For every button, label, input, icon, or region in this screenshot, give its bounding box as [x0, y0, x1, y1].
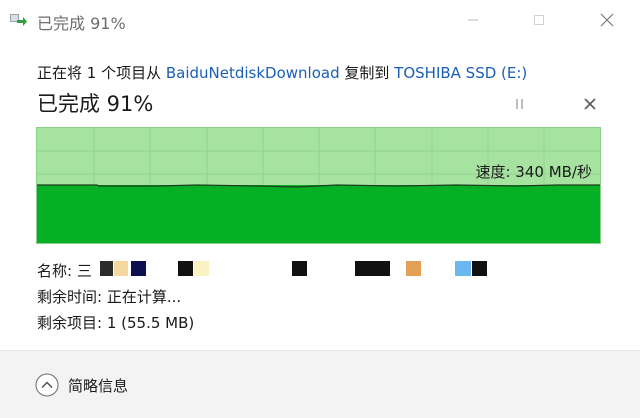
cancel-copy-button[interactable] — [580, 94, 600, 114]
title-bar[interactable]: 已完成 91% — [0, 0, 640, 40]
file-copy-dialog: 已完成 91% 正在将 1 个项目从 BaiduNetdiskDownload … — [0, 0, 640, 418]
time-remaining-label: 剩余时间: 正在计算... — [37, 288, 182, 306]
progress-heading: 已完成 91% — [37, 92, 154, 116]
redacted-file-name — [100, 260, 500, 278]
items-remaining-label: 剩余项目: 1 (55.5 MB) — [37, 314, 195, 332]
destination-drive-link[interactable]: TOSHIBA SSD (E:) — [394, 64, 527, 82]
transfer-speed-graph: 速度: 340 MB/秒 — [36, 127, 601, 244]
copy-prefix-text: 正在将 1 个项目从 — [37, 64, 166, 82]
speed-label: 速度: 340 MB/秒 — [475, 163, 592, 181]
pause-button[interactable] — [510, 95, 530, 113]
dialog-footer: 简略信息 — [0, 351, 640, 418]
chevron-up-circle-icon — [35, 373, 59, 397]
redaction-block — [178, 261, 193, 276]
file-name-label: 名称: 三 — [37, 262, 92, 280]
speed-fill-area — [37, 185, 600, 243]
copy-description: 正在将 1 个项目从 BaiduNetdiskDownload 复制到 TOSH… — [37, 62, 527, 83]
fewer-details-label: 简略信息 — [68, 376, 129, 395]
redaction-block — [355, 261, 390, 276]
minimize-icon — [468, 19, 478, 21]
copy-middle-text: 复制到 — [339, 64, 395, 82]
close-icon — [584, 98, 596, 110]
fewer-details-button[interactable]: 简略信息 — [35, 373, 128, 397]
maximize-button[interactable] — [516, 0, 562, 40]
source-folder-link[interactable]: BaiduNetdiskDownload — [166, 64, 340, 82]
redaction-block — [455, 261, 471, 276]
copy-arrow-icon — [10, 12, 28, 28]
maximize-icon — [534, 15, 544, 25]
window-title: 已完成 91% — [37, 14, 126, 33]
close-icon — [600, 13, 614, 27]
close-button[interactable] — [584, 0, 630, 40]
redaction-block — [100, 261, 113, 276]
pause-icon — [516, 99, 523, 109]
redaction-block — [131, 261, 146, 276]
redaction-block — [292, 261, 307, 276]
speed-graph-canvas — [37, 128, 600, 243]
redaction-block — [194, 261, 209, 276]
redaction-block — [472, 261, 487, 276]
redaction-block — [406, 261, 421, 276]
redaction-block — [114, 261, 128, 276]
minimize-button[interactable] — [450, 0, 496, 40]
